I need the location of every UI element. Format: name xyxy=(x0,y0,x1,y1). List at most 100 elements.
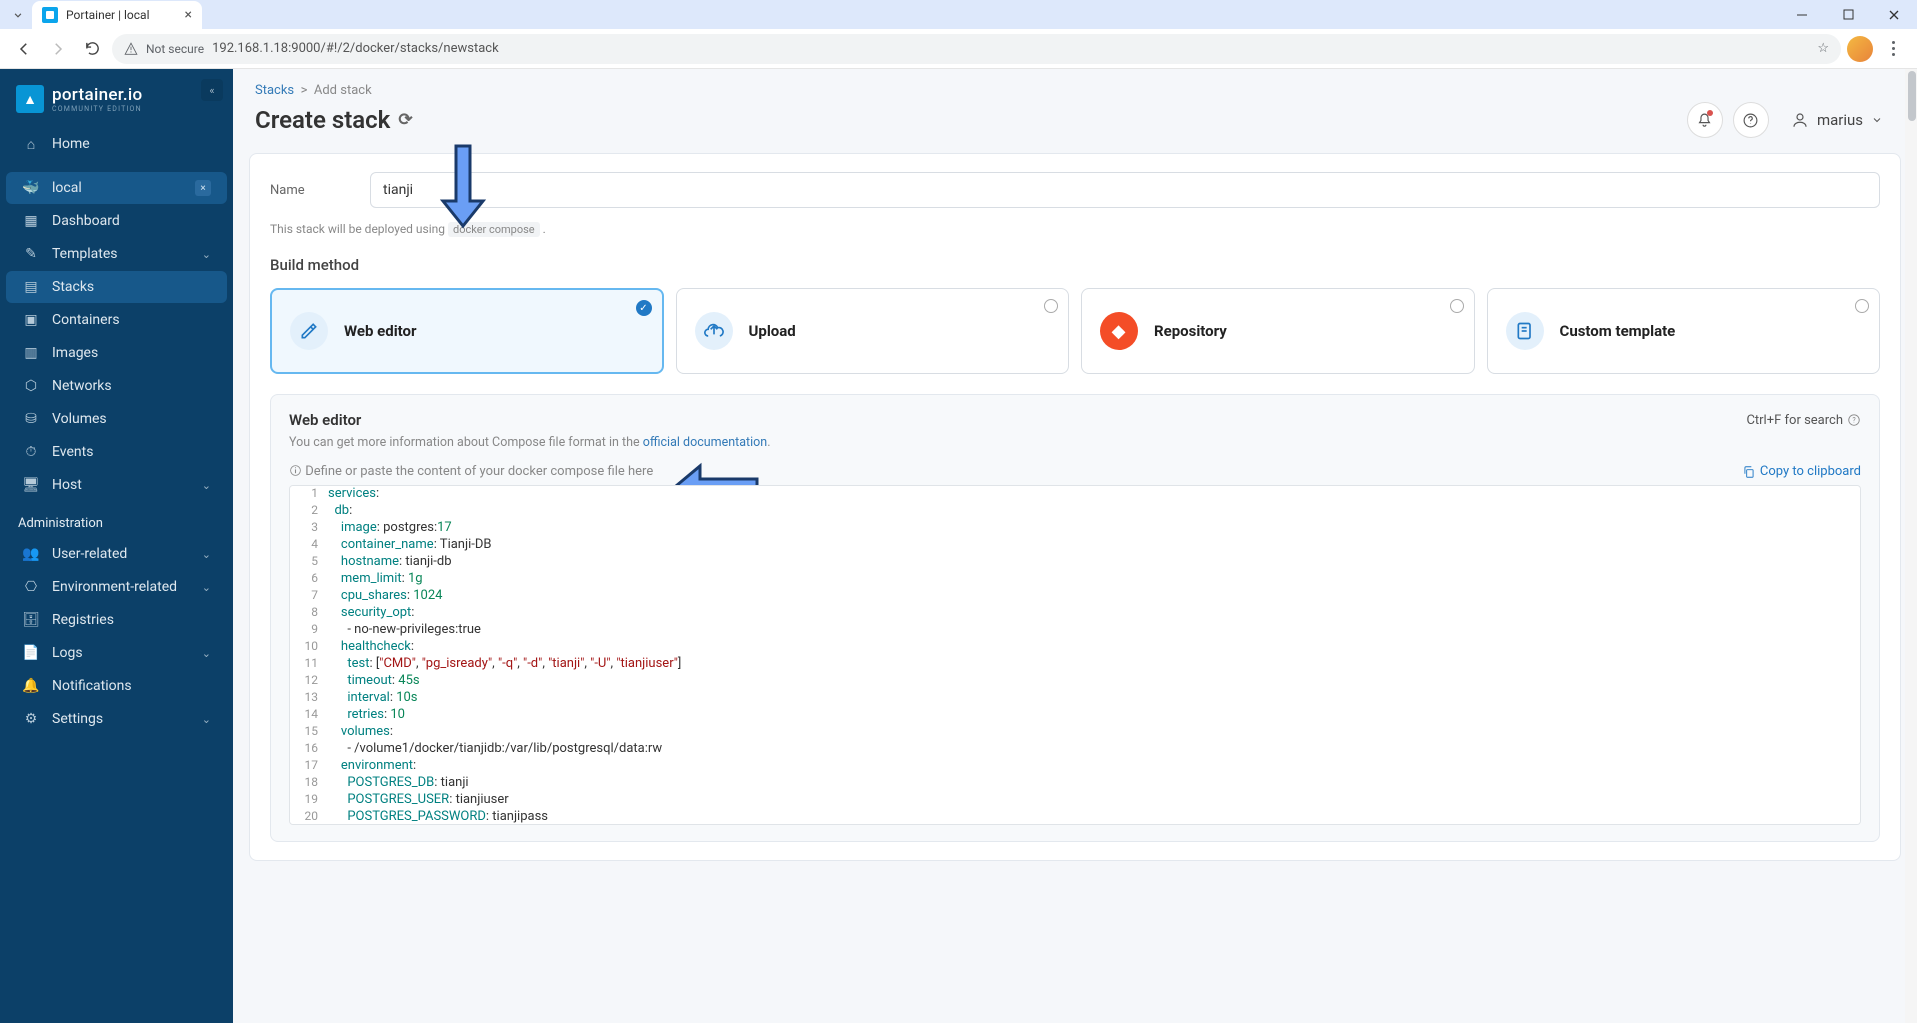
url-bar[interactable]: Not secure 192.168.1.18:9000/#!/2/docker… xyxy=(112,34,1841,64)
chevron-down-icon xyxy=(1871,114,1883,126)
nav-networks[interactable]: ⬡Networks xyxy=(6,370,227,402)
method-label: Web editor xyxy=(344,322,417,340)
code-editor[interactable]: 1services:2 db:3 image: postgres:174 con… xyxy=(289,485,1861,825)
scrollbar-thumb[interactable] xyxy=(1908,71,1916,121)
git-icon: ◆ xyxy=(1092,304,1146,358)
method-custom-template[interactable]: Custom template xyxy=(1487,288,1881,374)
maximize-button[interactable] xyxy=(1825,0,1871,29)
nav-label: Settings xyxy=(52,711,190,727)
close-window-button[interactable] xyxy=(1871,0,1917,29)
nav-label: Stacks xyxy=(52,279,211,295)
copy-icon xyxy=(1742,465,1756,479)
admin-section-header: Administration xyxy=(0,502,233,537)
nav-volumes[interactable]: ⛁ Volumes xyxy=(6,403,227,435)
collapse-sidebar-button[interactable]: « xyxy=(201,79,223,101)
chevron-down-icon: ⌄ xyxy=(202,479,211,492)
radio-icon xyxy=(1450,299,1464,313)
breadcrumb: Stacks > Add stack xyxy=(233,69,1917,102)
bookmark-icon[interactable]: ☆ xyxy=(1817,41,1829,56)
breadcrumb-current: Add stack xyxy=(314,83,372,98)
nav-label: Volumes xyxy=(52,411,211,427)
nav-logs[interactable]: 📄Logs⌄ xyxy=(6,637,227,669)
browser-toolbar: Not secure 192.168.1.18:9000/#!/2/docker… xyxy=(0,29,1917,69)
nav-settings[interactable]: ⚙ Settings ⌄ xyxy=(6,703,227,735)
nav-host[interactable]: 🖥Host⌄ xyxy=(6,469,227,501)
editor-placeholder-hint: Define or paste the content of your dock… xyxy=(289,464,653,479)
nav-containers[interactable]: ▣Containers xyxy=(6,304,227,336)
nav-events[interactable]: ⏱Events xyxy=(6,436,227,468)
url-text: 192.168.1.18:9000/#!/2/docker/stacks/new… xyxy=(212,41,499,56)
nav-environment[interactable]: 🐳 local × xyxy=(6,172,227,204)
chevron-down-icon: ⌄ xyxy=(202,713,211,726)
favicon-icon xyxy=(42,7,58,23)
env-icon: ⎔ xyxy=(22,578,40,596)
nav-label: Events xyxy=(52,444,211,460)
notifications-button[interactable] xyxy=(1687,102,1723,138)
name-input[interactable] xyxy=(370,172,1880,208)
user-menu[interactable]: marius xyxy=(1779,105,1895,135)
logo: ▲ portainer.io COMMUNITY EDITION xyxy=(0,81,233,127)
nav-label: Templates xyxy=(52,246,190,262)
nav-label: Home xyxy=(52,136,211,152)
dashboard-icon: ▦ xyxy=(22,212,40,230)
back-button[interactable] xyxy=(10,35,38,63)
nav-environment-related[interactable]: ⎔Environment-related⌄ xyxy=(6,571,227,603)
docs-link[interactable]: official documentation xyxy=(643,435,767,450)
nav-label: Images xyxy=(52,345,211,361)
help-icon: ? xyxy=(1847,413,1861,427)
reload-button[interactable] xyxy=(78,35,106,63)
name-label: Name xyxy=(270,183,330,198)
nav-notifications[interactable]: 🔔Notifications xyxy=(6,670,227,702)
browser-menu-icon[interactable] xyxy=(1879,41,1907,56)
check-icon: ✓ xyxy=(636,300,652,316)
close-icon[interactable]: × xyxy=(185,7,192,23)
page-title: Create stack ⟳ xyxy=(255,106,413,134)
settings-icon: ⚙ xyxy=(22,710,40,728)
nav-dashboard[interactable]: ▦Dashboard xyxy=(6,205,227,237)
env-label: local xyxy=(52,180,82,196)
window-controls xyxy=(1779,0,1917,29)
networks-icon: ⬡ xyxy=(22,377,40,395)
nav-stacks[interactable]: ▤Stacks xyxy=(6,271,227,303)
nav-label: User-related xyxy=(52,546,190,562)
containers-icon: ▣ xyxy=(22,311,40,329)
nav-images[interactable]: ▥ Images xyxy=(6,337,227,369)
radio-icon xyxy=(1855,299,1869,313)
warning-icon xyxy=(124,42,138,56)
users-icon: 👥 xyxy=(22,545,40,563)
nav-label: Host xyxy=(52,477,190,493)
user-icon xyxy=(1791,111,1809,129)
method-label: Repository xyxy=(1154,322,1227,340)
nav-label: Environment-related xyxy=(52,579,190,595)
nav-templates[interactable]: ✎Templates⌄ xyxy=(6,238,227,270)
breadcrumb-sep: > xyxy=(301,83,308,98)
svg-text:?: ? xyxy=(1852,416,1856,424)
web-editor-section: Web editor Ctrl+F for search ? You can g… xyxy=(270,394,1880,842)
minimize-button[interactable] xyxy=(1779,0,1825,29)
nav-home[interactable]: ⌂ Home xyxy=(6,128,227,160)
profile-avatar[interactable] xyxy=(1847,36,1873,62)
editor-title: Web editor xyxy=(289,411,361,429)
close-env-icon[interactable]: × xyxy=(195,180,211,196)
breadcrumb-root[interactable]: Stacks xyxy=(255,83,294,98)
chevron-down-icon: ⌄ xyxy=(202,548,211,561)
chevron-down-icon: ⌄ xyxy=(202,248,211,261)
registries-icon: 🗄 xyxy=(22,611,40,629)
copy-to-clipboard-button[interactable]: Copy to clipboard xyxy=(1742,464,1861,479)
images-icon: ▥ xyxy=(22,344,40,362)
logo-icon: ▲ xyxy=(16,85,44,113)
browser-tab[interactable]: Portainer | local × xyxy=(32,1,202,29)
refresh-icon[interactable]: ⟳ xyxy=(398,110,412,130)
tab-dropdown-icon[interactable] xyxy=(8,5,28,25)
method-repository[interactable]: ◆ Repository xyxy=(1081,288,1475,374)
help-button[interactable] xyxy=(1733,102,1769,138)
forward-button[interactable] xyxy=(44,35,72,63)
info-icon xyxy=(289,464,302,477)
search-hint: Ctrl+F for search ? xyxy=(1746,413,1861,428)
volumes-icon: ⛁ xyxy=(22,410,40,428)
editor-description: You can get more information about Compo… xyxy=(289,435,1861,450)
nav-user-related[interactable]: 👥 User-related ⌄ xyxy=(6,538,227,570)
nav-registries[interactable]: 🗄Registries xyxy=(6,604,227,636)
method-upload[interactable]: Upload xyxy=(676,288,1070,374)
method-web-editor[interactable]: Web editor ✓ xyxy=(270,288,664,374)
